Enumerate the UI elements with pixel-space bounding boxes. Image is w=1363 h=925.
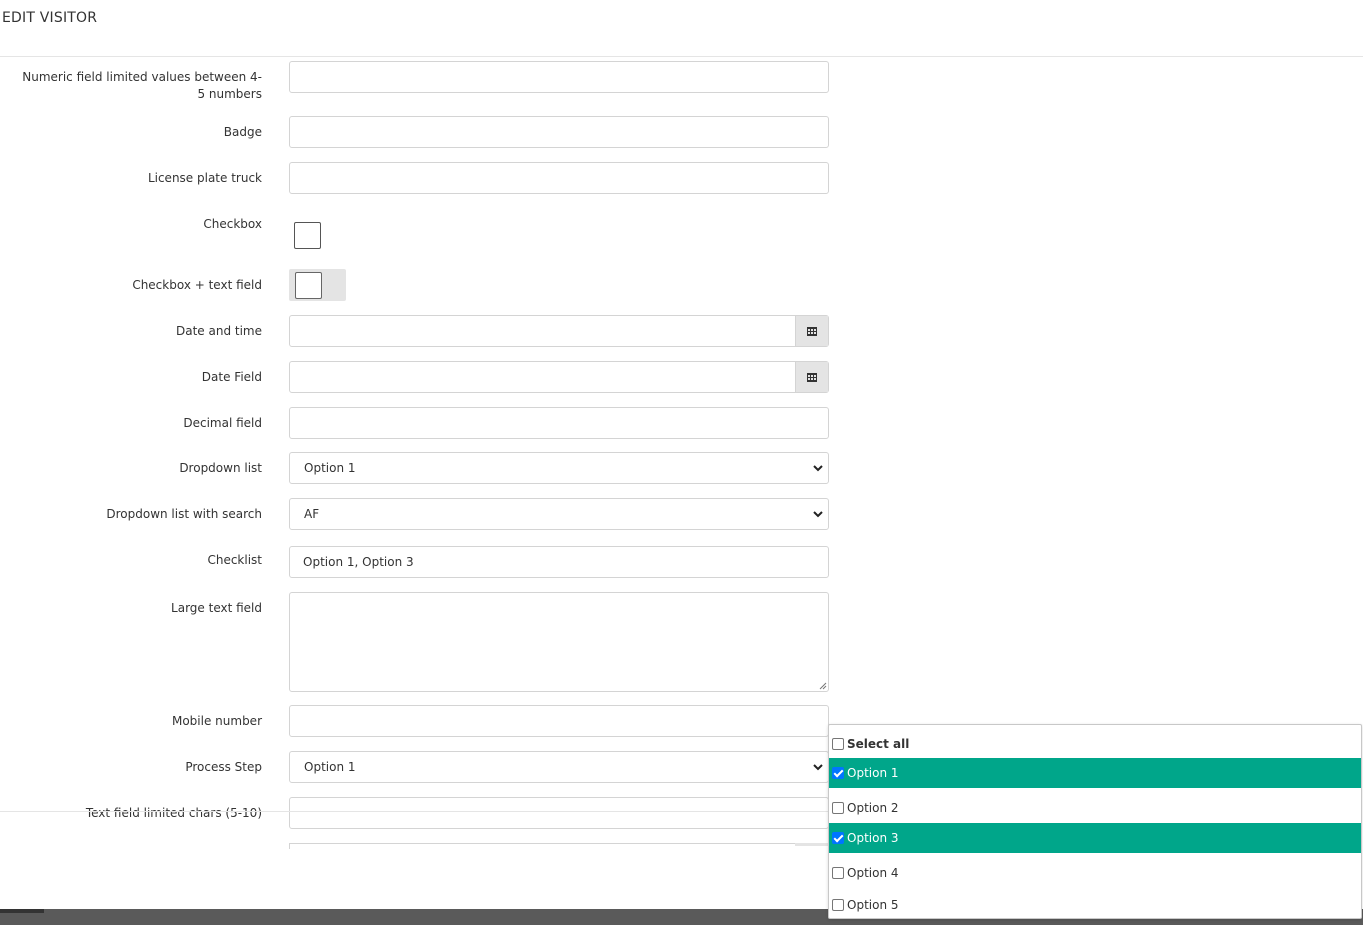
select-all-label: Select all bbox=[847, 737, 910, 751]
dropdown-search-value: AF bbox=[304, 507, 320, 521]
checklist-option-3[interactable]: Option 3 bbox=[829, 823, 1361, 853]
badge-input[interactable] bbox=[289, 116, 829, 148]
chevron-down-icon bbox=[813, 465, 823, 472]
chevron-down-icon bbox=[813, 511, 823, 518]
checklist-option-4[interactable]: Option 4 bbox=[829, 858, 1361, 888]
mobile-label: Mobile number bbox=[171, 714, 262, 728]
partial-calendar-cutoff bbox=[795, 843, 829, 846]
calendar-icon bbox=[807, 373, 817, 382]
checklist-dropdown-panel: Select all Option 1 Option 2 Option 3 Op… bbox=[828, 724, 1362, 919]
select-all-checkbox[interactable] bbox=[832, 738, 844, 750]
partial-field-cutoff bbox=[289, 843, 829, 849]
chevron-down-icon bbox=[813, 764, 823, 771]
text-limited-input[interactable] bbox=[289, 797, 829, 829]
large-text-textarea[interactable] bbox=[289, 592, 829, 692]
process-step-select[interactable]: Option 1 bbox=[289, 751, 829, 783]
option-1-checkbox[interactable] bbox=[832, 767, 844, 779]
dropdown-value: Option 1 bbox=[304, 461, 356, 475]
bottom-bar-accent bbox=[0, 909, 44, 913]
option-1-label: Option 1 bbox=[847, 766, 899, 780]
decimal-input[interactable] bbox=[289, 407, 829, 439]
process-step-label: Process Step bbox=[185, 760, 262, 774]
date-field-input[interactable] bbox=[289, 361, 829, 393]
checkbox-input[interactable] bbox=[294, 222, 321, 249]
date-time-calendar-button[interactable] bbox=[795, 316, 828, 346]
calendar-icon bbox=[807, 327, 817, 336]
checklist-option-1[interactable]: Option 1 bbox=[829, 758, 1361, 788]
badge-label: Badge bbox=[223, 125, 262, 139]
date-time-input[interactable] bbox=[289, 315, 829, 347]
date-time-label: Date and time bbox=[176, 324, 262, 338]
option-4-label: Option 4 bbox=[847, 866, 899, 880]
numeric-field-input[interactable] bbox=[289, 61, 829, 93]
process-step-value: Option 1 bbox=[304, 760, 356, 774]
checkbox-text-input[interactable] bbox=[295, 272, 322, 299]
option-2-checkbox[interactable] bbox=[832, 802, 844, 814]
modal-header: EDIT VISITOR bbox=[0, 0, 1363, 57]
dropdown-label: Dropdown list bbox=[179, 461, 262, 475]
license-plate-input[interactable] bbox=[289, 162, 829, 194]
page-title: EDIT VISITOR bbox=[2, 10, 98, 26]
checklist-option-5[interactable]: Option 5 bbox=[829, 890, 1361, 920]
text-limited-label: Text field limited chars (5-10) bbox=[85, 806, 262, 820]
dropdown-search-label: Dropdown list with search bbox=[106, 507, 262, 521]
date-field-label: Date Field bbox=[201, 370, 262, 384]
option-4-checkbox[interactable] bbox=[832, 867, 844, 879]
license-plate-label: License plate truck bbox=[147, 171, 262, 185]
mobile-input[interactable] bbox=[289, 705, 829, 737]
decimal-label: Decimal field bbox=[183, 416, 262, 430]
resize-handle-icon[interactable] bbox=[819, 682, 827, 690]
checklist-input[interactable]: Option 1, Option 3 bbox=[289, 546, 829, 578]
option-5-checkbox[interactable] bbox=[832, 899, 844, 911]
date-field-calendar-button[interactable] bbox=[795, 362, 828, 392]
dropdown-select[interactable]: Option 1 bbox=[289, 452, 829, 484]
checklist-option-2[interactable]: Option 2 bbox=[829, 793, 1361, 823]
option-3-checkbox[interactable] bbox=[832, 832, 844, 844]
numeric-field-label: Numeric field limited values between 4-5… bbox=[22, 70, 262, 101]
option-3-label: Option 3 bbox=[847, 831, 899, 845]
checkbox-label: Checkbox bbox=[203, 217, 262, 231]
footer-divider bbox=[0, 811, 830, 812]
select-all-option[interactable]: Select all bbox=[829, 729, 1361, 759]
dropdown-search-select[interactable]: AF bbox=[289, 498, 829, 530]
option-5-label: Option 5 bbox=[847, 898, 899, 912]
option-2-label: Option 2 bbox=[847, 801, 899, 815]
checkbox-text-addon bbox=[289, 269, 346, 301]
checklist-label: Checklist bbox=[207, 553, 262, 567]
large-text-label: Large text field bbox=[171, 601, 262, 615]
checkbox-text-label: Checkbox + text field bbox=[132, 278, 262, 292]
